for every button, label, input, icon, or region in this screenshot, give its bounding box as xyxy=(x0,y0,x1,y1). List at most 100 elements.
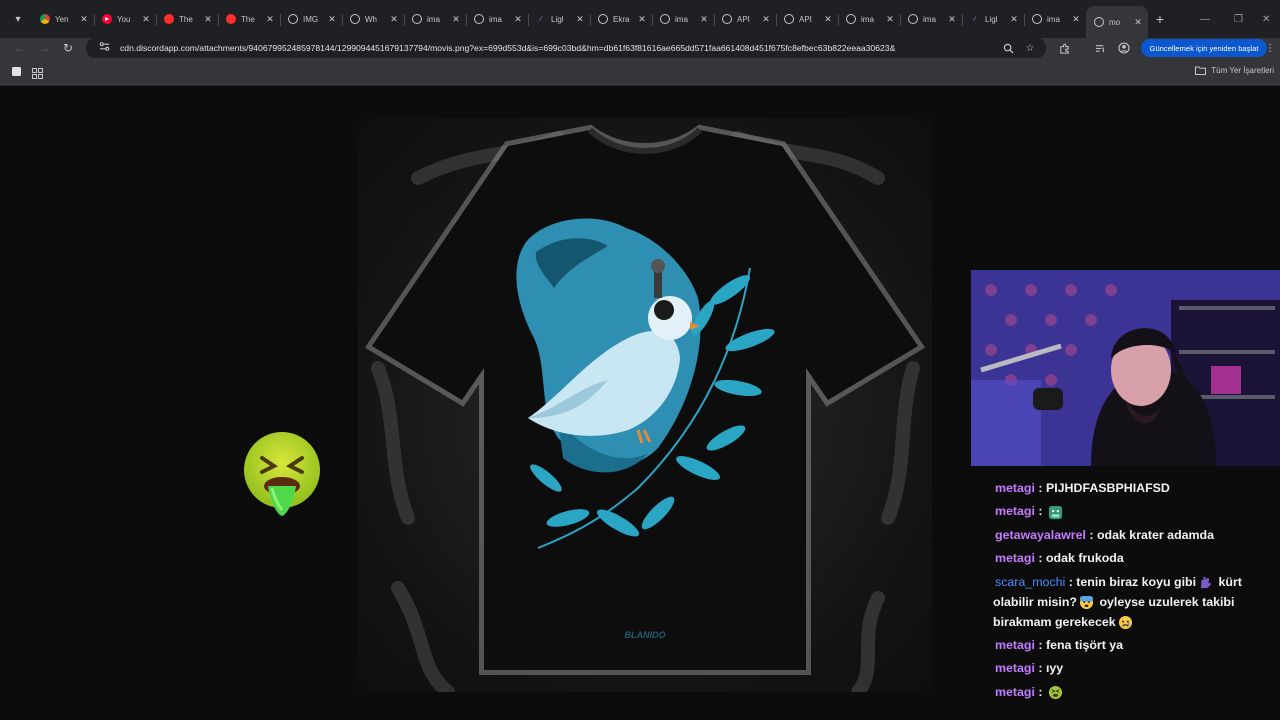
close-tab-icon[interactable]: ✕ xyxy=(698,14,710,25)
media-control-icon[interactable] xyxy=(1090,38,1110,58)
close-tab-icon[interactable]: ✕ xyxy=(388,14,400,25)
close-tab-icon[interactable]: ✕ xyxy=(202,14,214,25)
tab-title: Yen xyxy=(55,14,69,24)
tab-title: The xyxy=(241,14,255,24)
close-tab-icon[interactable]: ✕ xyxy=(326,14,338,25)
globe-icon xyxy=(784,14,794,24)
close-tab-icon[interactable]: ✕ xyxy=(946,14,958,25)
app-square-icon[interactable] xyxy=(11,66,23,78)
tshirt-image[interactable]: BLANIDO xyxy=(358,118,932,692)
browser-tab[interactable]: ima ✕ xyxy=(900,4,962,34)
tab-title: Ligl xyxy=(551,14,564,24)
site-info-icon[interactable] xyxy=(94,41,114,55)
tab-title: ima xyxy=(675,14,688,24)
close-tab-icon[interactable]: ✕ xyxy=(884,14,896,25)
minimize-icon[interactable]: — xyxy=(1200,0,1210,38)
close-tab-icon[interactable]: ✕ xyxy=(760,14,772,25)
browser-toolbar: ← → ↻ cdn.discordapp.com/attachments/940… xyxy=(0,37,1280,59)
chat-username[interactable]: metagi xyxy=(995,481,1035,495)
forward-icon[interactable]: → xyxy=(32,41,56,55)
chat-username[interactable]: metagi xyxy=(995,685,1035,699)
close-tab-icon[interactable]: ✕ xyxy=(140,14,152,25)
close-tab-icon[interactable]: ✕ xyxy=(1132,17,1144,28)
close-tab-icon[interactable]: ✕ xyxy=(822,14,834,25)
close-tab-icon[interactable]: ✕ xyxy=(264,14,276,25)
zoom-icon[interactable] xyxy=(998,38,1018,58)
tab-title: Ekra xyxy=(613,14,630,24)
youtube-icon xyxy=(102,14,112,24)
extensions-icon[interactable] xyxy=(1054,38,1074,58)
streamer-webcam xyxy=(971,270,1280,466)
browser-tab[interactable]: ima ✕ xyxy=(838,4,900,34)
globe-icon xyxy=(722,14,732,24)
tab-title: ima xyxy=(489,14,502,24)
tab-title: ima xyxy=(861,14,874,24)
chat-username[interactable]: metagi xyxy=(995,661,1035,675)
chat-text: ıyy xyxy=(1045,661,1064,676)
browser-tab[interactable]: mo ✕ xyxy=(1086,6,1148,38)
chat-username[interactable]: metagi xyxy=(995,551,1035,565)
globe-icon xyxy=(412,14,422,24)
new-tab-button[interactable]: + xyxy=(1148,11,1172,27)
browser-tab[interactable]: ima ✕ xyxy=(404,4,466,34)
browser-tab[interactable]: ima ✕ xyxy=(1024,4,1086,34)
url-text[interactable]: cdn.discordapp.com/attachments/940679952… xyxy=(120,43,1046,53)
artist-signature: BLANIDO xyxy=(625,630,666,640)
close-tab-icon[interactable]: ✕ xyxy=(1008,14,1020,25)
page-viewport: BLANIDO metagi: PIJHDFASBPHIAFSD metagi… xyxy=(0,86,1280,720)
back-icon[interactable]: ← xyxy=(8,41,32,55)
profile-icon[interactable] xyxy=(1114,38,1134,58)
chat-text: odak krater adamda xyxy=(1096,527,1215,542)
browser-tab[interactable]: Ekra ✕ xyxy=(590,4,652,34)
chat-username[interactable]: metagi xyxy=(995,638,1035,652)
maximize-icon[interactable]: ❐ xyxy=(1234,0,1243,38)
apps-grid-icon[interactable] xyxy=(32,66,44,79)
tab-title: The xyxy=(179,14,193,24)
chat-text: odak frukoda xyxy=(1045,551,1124,566)
tab-title: ima xyxy=(1047,14,1060,24)
globe-icon xyxy=(908,14,918,24)
bookmarks-bar: Tüm Yer İşaretleri xyxy=(0,58,1280,86)
browser-tab[interactable]: ∕ Ligl ✕ xyxy=(528,4,590,34)
relaunch-update-button[interactable]: Güncellemek için yeniden başlat xyxy=(1141,39,1267,57)
browser-tab[interactable]: Yen ✕ xyxy=(32,4,94,34)
chat-message: metagi : xyxy=(978,682,1280,702)
close-tab-icon[interactable]: ✕ xyxy=(512,14,524,25)
chrome-icon xyxy=(40,14,50,24)
tab-title: ima xyxy=(923,14,936,24)
globe-icon xyxy=(288,14,298,24)
browser-tab[interactable]: IMG ✕ xyxy=(280,4,342,34)
address-bar[interactable]: cdn.discordapp.com/attachments/940679952… xyxy=(86,37,1046,59)
close-tab-icon[interactable]: ✕ xyxy=(78,14,90,25)
close-tab-icon[interactable]: ✕ xyxy=(450,14,462,25)
feather-icon: ∕ xyxy=(540,15,542,23)
close-tab-icon[interactable]: ✕ xyxy=(636,14,648,25)
close-tab-icon[interactable]: ✕ xyxy=(574,14,586,25)
browser-tab[interactable]: API ✕ xyxy=(714,4,776,34)
tab-search-icon[interactable]: ▾ xyxy=(4,5,32,33)
browser-tab[interactable]: The ✕ xyxy=(156,4,218,34)
browser-tab[interactable]: ∕ Ligl ✕ xyxy=(962,4,1024,34)
chat-username[interactable]: scara_mochi xyxy=(995,575,1065,589)
menu-kebab-icon[interactable]: ⋮ xyxy=(1260,38,1280,58)
nauseated-face-emoji-icon xyxy=(244,432,320,516)
browser-tab[interactable]: API ✕ xyxy=(776,4,838,34)
browser-tab[interactable]: Wh ✕ xyxy=(342,4,404,34)
bookmark-star-icon[interactable]: ☆ xyxy=(1020,38,1040,58)
chat-message: scara_mochi : tenin biraz koyu gibi kürt… xyxy=(993,574,1242,629)
close-window-icon[interactable]: ✕ xyxy=(1262,0,1270,38)
browser-tab[interactable]: The ✕ xyxy=(218,4,280,34)
chat-username[interactable]: getawayalawrel xyxy=(995,528,1086,542)
reload-icon[interactable]: ↻ xyxy=(56,41,80,55)
close-tab-icon[interactable]: ✕ xyxy=(1070,14,1082,25)
chat-username[interactable]: metagi xyxy=(995,504,1035,518)
chat-text: tenin biraz koyu gibi xyxy=(1076,574,1197,589)
chat-message: metagi : PIJHDFASBPHIAFSD xyxy=(995,481,1170,495)
browser-tab[interactable]: ima ✕ xyxy=(466,4,528,34)
browser-tab[interactable]: ima ✕ xyxy=(652,4,714,34)
browser-tab[interactable]: You ✕ xyxy=(94,4,156,34)
tab-title: API xyxy=(799,14,812,24)
tab-title: IMG xyxy=(303,14,319,24)
all-bookmarks-button[interactable]: Tüm Yer İşaretleri xyxy=(1195,66,1274,75)
chat-text: fena tişört ya xyxy=(1045,637,1124,652)
